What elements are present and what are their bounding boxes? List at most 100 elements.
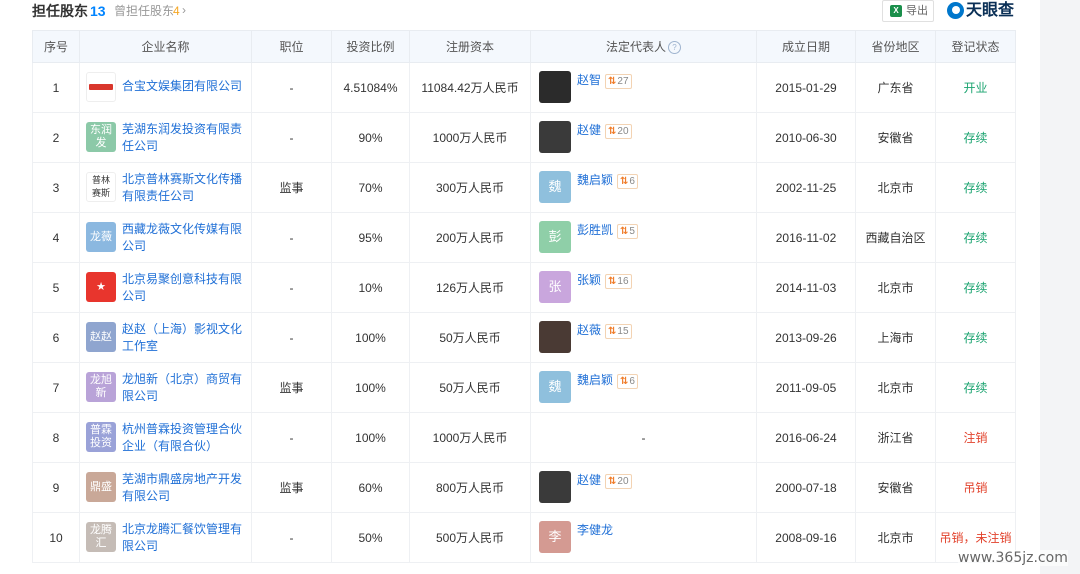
cell-region: 北京市 [855, 162, 936, 213]
cell-region: 浙江省 [855, 412, 936, 463]
avatar[interactable]: 彭 [539, 221, 571, 253]
cell-status: 存续 [935, 212, 1016, 263]
related-companies-badge[interactable]: ⇅5 [617, 224, 638, 239]
related-companies-badge[interactable]: ⇅27 [605, 74, 632, 89]
avatar[interactable]: 张 [539, 271, 571, 303]
related-companies-badge[interactable]: ⇅6 [617, 374, 638, 389]
avatar[interactable]: 李 [539, 521, 571, 553]
company-name-link[interactable]: 合宝文娱集团有限公司 [122, 78, 246, 95]
cell-date: 2002-11-25 [756, 162, 856, 213]
cell-capital: 1000万人民币 [409, 112, 531, 163]
related-count: 6 [629, 176, 635, 187]
related-companies-badge[interactable]: ⇅6 [617, 174, 638, 189]
legal-rep-link[interactable]: 李健龙 [577, 523, 613, 537]
legal-rep-link[interactable]: 张颖 [577, 273, 601, 287]
avatar[interactable] [539, 71, 571, 103]
company-link-icon: ⇅ [620, 226, 629, 237]
company-logo[interactable]: ★ [86, 272, 116, 302]
company-name-link[interactable]: 杭州普霖投资管理合伙企业（有限合伙） [122, 421, 246, 455]
company-logo[interactable]: 东润发 [86, 122, 116, 152]
brand-name: 天眼查 [966, 2, 1015, 19]
legal-rep-link[interactable]: 赵智 [577, 73, 601, 87]
related-companies-badge[interactable]: ⇅16 [605, 274, 632, 289]
company-name-link[interactable]: 北京易聚创意科技有限公司 [122, 271, 246, 305]
company-logo[interactable]: 赵赵 [86, 322, 116, 352]
company-logo[interactable]: 普林赛斯 [86, 172, 116, 202]
table-row: 4 龙薇 西藏龙薇文化传媒有限公司 - 95% 200万人民币 彭 彭胜凯 ⇅5 … [32, 212, 1016, 263]
related-companies-badge[interactable]: ⇅20 [605, 474, 632, 489]
company-logo[interactable]: 龙旭新 [86, 372, 116, 402]
company-link-icon: ⇅ [608, 126, 617, 137]
company-logo[interactable] [86, 72, 116, 102]
cell-position: 监事 [251, 362, 332, 413]
col-header-ratio: 投资比例 [331, 30, 410, 63]
status-badge: 吊销，未注销 [939, 531, 1012, 545]
company-logo[interactable]: 龙腾汇 [86, 522, 116, 552]
cell-company: 龙腾汇 北京龙腾汇餐饮管理有限公司 [79, 512, 252, 563]
cell-no: 6 [32, 312, 80, 363]
cell-company: 龙薇 西藏龙薇文化传媒有限公司 [79, 212, 252, 263]
cell-position: - [251, 112, 332, 163]
cell-region: 广东省 [855, 62, 936, 113]
table-row: 3 普林赛斯 北京普林赛斯文化传播有限责任公司 监事 70% 300万人民币 魏… [32, 162, 1016, 213]
cell-company: ★ 北京易聚创意科技有限公司 [79, 262, 252, 313]
company-name-link[interactable]: 芜湖市鼎盛房地产开发有限公司 [122, 471, 246, 505]
cell-company: 东润发 芜湖东润发投资有限责任公司 [79, 112, 252, 163]
company-logo[interactable]: 普霖投资 [86, 422, 116, 452]
chevron-right-icon[interactable]: › [182, 2, 186, 18]
cell-position: - [251, 212, 332, 263]
col-header-legal-rep: 法定代表人? [530, 30, 757, 63]
legal-rep-link[interactable]: 赵薇 [577, 323, 601, 337]
status-badge: 存续 [963, 281, 988, 295]
cell-region: 西藏自治区 [855, 212, 936, 263]
table-row: 2 东润发 芜湖东润发投资有限责任公司 - 90% 1000万人民币 赵健 ⇅20… [32, 112, 1016, 163]
help-icon[interactable]: ? [668, 41, 681, 55]
legal-rep-link[interactable]: 魏启颖 [577, 373, 613, 387]
cell-date: 2000-07-18 [756, 462, 856, 513]
related-count: 27 [617, 76, 629, 87]
company-name-link[interactable]: 龙旭新（北京）商贸有限公司 [122, 371, 246, 405]
cell-capital: 50万人民币 [409, 362, 531, 413]
cell-ratio: 100% [331, 362, 410, 413]
avatar[interactable] [539, 121, 571, 153]
legal-rep-link[interactable]: 赵健 [577, 473, 601, 487]
related-companies-badge[interactable]: ⇅20 [605, 124, 632, 139]
cell-status: 存续 [935, 262, 1016, 313]
avatar[interactable] [539, 471, 571, 503]
avatar[interactable]: 魏 [539, 371, 571, 403]
avatar[interactable]: 魏 [539, 171, 571, 203]
legal-rep-link[interactable]: 赵健 [577, 123, 601, 137]
cell-legal-rep: - [530, 412, 757, 463]
related-companies-badge[interactable]: ⇅15 [605, 324, 632, 339]
cell-date: 2013-09-26 [756, 312, 856, 363]
company-name-link[interactable]: 北京龙腾汇餐饮管理有限公司 [122, 521, 246, 555]
cell-region: 安徽省 [855, 462, 936, 513]
cell-position: - [251, 262, 332, 313]
company-name-link[interactable]: 赵赵（上海）影视文化工作室 [122, 321, 246, 355]
company-logo-text: 东润发 [90, 124, 112, 149]
legal-rep-link[interactable]: 魏启颖 [577, 173, 613, 187]
company-logo[interactable]: 鼎盛 [86, 472, 116, 502]
cell-status: 开业 [935, 62, 1016, 113]
export-button[interactable]: X 导出 [882, 0, 934, 22]
export-label: 导出 [906, 5, 928, 17]
company-logo-text: 鼎盛 [90, 480, 112, 493]
cell-capital: 800万人民币 [409, 462, 531, 513]
company-name-link[interactable]: 芜湖东润发投资有限责任公司 [122, 121, 246, 155]
company-name-link[interactable]: 北京普林赛斯文化传播有限责任公司 [122, 171, 246, 205]
status-badge: 存续 [963, 231, 988, 245]
avatar-initial: 张 [548, 279, 562, 294]
company-logo[interactable]: 龙薇 [86, 222, 116, 252]
avatar[interactable] [539, 321, 571, 353]
legal-rep-link[interactable]: 彭胜凯 [577, 223, 613, 237]
cell-region: 北京市 [855, 362, 936, 413]
cell-status: 存续 [935, 312, 1016, 363]
status-badge: 注销 [963, 431, 988, 445]
former-shareholding-count[interactable]: 4 [173, 3, 180, 19]
shareholding-count: 13 [90, 3, 106, 19]
company-name-link[interactable]: 西藏龙薇文化传媒有限公司 [122, 221, 246, 255]
related-count: 6 [629, 376, 635, 387]
table-row: 1 合宝文娱集团有限公司 - 4.51084% 11084.42万人民币 赵智 ⇅… [32, 62, 1016, 113]
col-header-region: 省份地区 [855, 30, 936, 63]
former-shareholding-link[interactable]: 曾担任股东 [114, 3, 174, 19]
